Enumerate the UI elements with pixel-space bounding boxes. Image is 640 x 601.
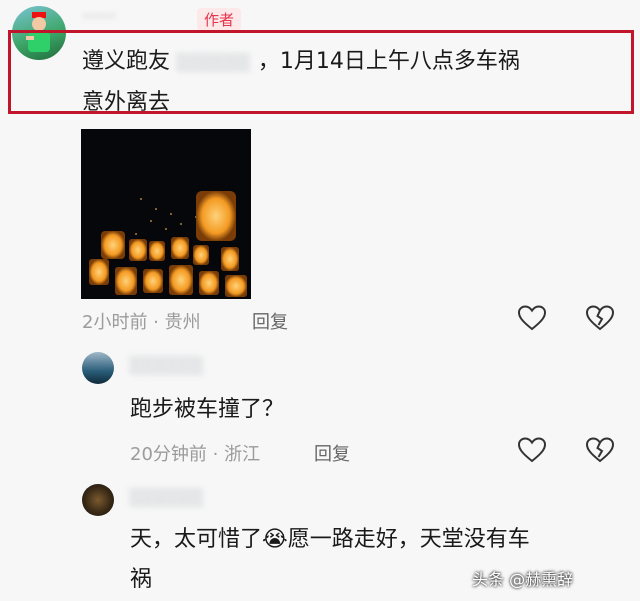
comment-2-username[interactable]: ░░░░░░ (130, 488, 204, 507)
author-comment-line1: 遵义跑友 ░░░░░░ ，1月14日上午八点多车祸 (82, 42, 622, 83)
like-heart-icon[interactable] (518, 437, 546, 463)
crying-emoji: 😭 (262, 527, 288, 552)
comment-2-part2: 愿一路走好，天堂没有车 (287, 527, 530, 552)
author-comment-meta: 2小时前 · 贵州 (82, 312, 201, 333)
author-comment-suffix: ，1月14日上午八点多车祸 (257, 49, 520, 74)
author-badge: 作者 (197, 8, 242, 31)
redacted-name: ░░░░░░ (177, 53, 251, 72)
author-username[interactable]: ······ (82, 6, 116, 27)
like-heart-icon[interactable] (518, 305, 546, 331)
comment-1-meta: 20分钟前 · 浙江 (130, 444, 261, 465)
watermark: 头条 @赫熏辞 (472, 570, 574, 589)
dislike-broken-heart-icon[interactable] (586, 437, 614, 463)
lantern-image[interactable] (81, 129, 251, 299)
comment-1-reply-button[interactable]: 回复 (314, 440, 350, 466)
comment-2-part1: 天，太可惜了 (130, 527, 263, 552)
comment-1-avatar[interactable] (82, 352, 114, 384)
comment-2-avatar[interactable] (82, 484, 114, 516)
sky-lanterns-picture (89, 191, 247, 297)
author-comment-prefix: 遵义跑友 (82, 49, 171, 74)
author-comment-text: 遵义跑友 ░░░░░░ ，1月14日上午八点多车祸 意外离去 (82, 42, 622, 123)
comment-2-line1: 天，太可惜了😭愿一路走好，天堂没有车 (130, 520, 610, 560)
dislike-broken-heart-icon[interactable] (586, 305, 614, 331)
author-reply-button[interactable]: 回复 (252, 308, 288, 334)
author-comment-line2: 意外离去 (82, 90, 171, 115)
comment-1-text: 跑步被车撞了？ (130, 397, 285, 422)
comment-1-username[interactable]: ░░░░░░ (130, 356, 204, 375)
